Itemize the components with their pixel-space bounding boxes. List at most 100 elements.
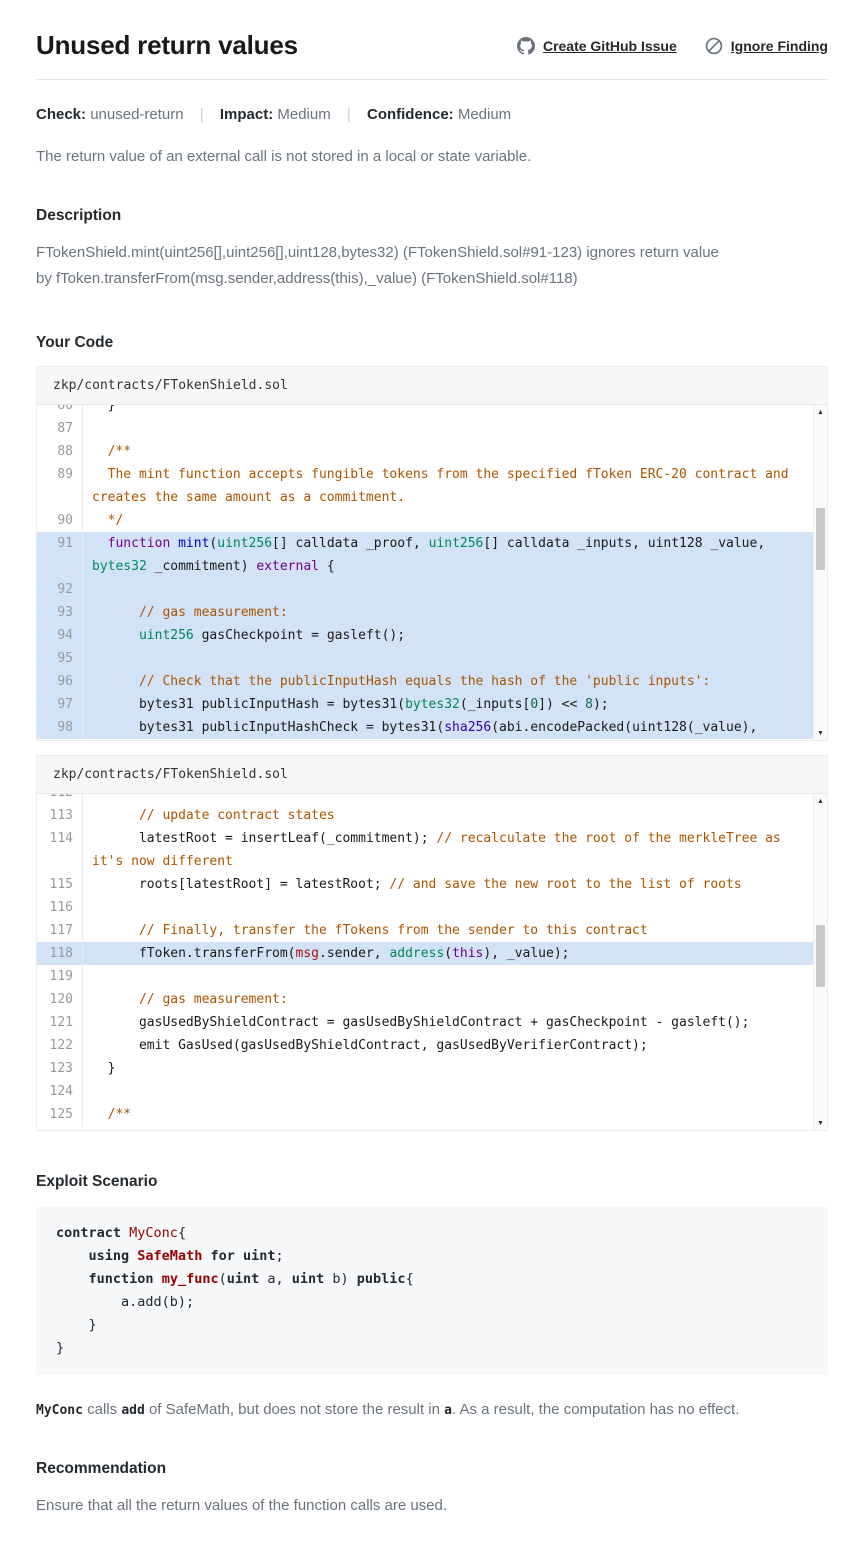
header-actions: Create GitHub Issue Ignore Finding	[517, 37, 828, 55]
code-filename: zkp/contracts/FTokenShield.sol	[37, 756, 827, 794]
code-text: /**	[83, 440, 813, 463]
github-icon	[517, 37, 535, 55]
exploit-code-line: function my_func(uint a, uint b) public{	[56, 1268, 808, 1291]
code-line-86: 86 }	[37, 405, 813, 417]
code-line-90: 90 */	[37, 509, 813, 532]
description-heading: Description	[36, 207, 828, 225]
code-line-125: 125 /**	[37, 1103, 813, 1126]
code-text	[83, 647, 813, 670]
line-number: 89	[37, 463, 83, 509]
create-github-issue-button[interactable]: Create GitHub Issue	[517, 37, 677, 55]
ignore-finding-button[interactable]: Ignore Finding	[705, 37, 828, 55]
create-github-issue-label: Create GitHub Issue	[543, 38, 677, 54]
code-text	[83, 1080, 813, 1103]
line-number: 93	[37, 601, 83, 624]
code-scroll-area[interactable]: 112113 // update contract states114 late…	[37, 794, 813, 1130]
impact-value: Medium	[277, 106, 330, 123]
code-line-92: 92	[37, 578, 813, 601]
scrollbar-thumb[interactable]	[816, 925, 825, 987]
code-text: // gas measurement:	[83, 601, 813, 624]
code-text: */	[83, 509, 813, 532]
code-line-120: 120 // gas measurement:	[37, 988, 813, 1011]
page-title: Unused return values	[36, 30, 517, 61]
code-text	[83, 896, 813, 919]
code-line-123: 123 }	[37, 1057, 813, 1080]
code-line-98: 98 bytes31 publicInputHashCheck = bytes3…	[37, 716, 813, 739]
code-text: }	[83, 405, 813, 417]
line-number: 119	[37, 965, 83, 988]
code-text	[83, 578, 813, 601]
exploit-note: MyConc calls add of SafeMath, but does n…	[36, 1401, 828, 1418]
scroll-up-arrow-icon[interactable]: ▲	[814, 405, 827, 419]
impact-label: Impact:	[220, 106, 273, 123]
line-number: 87	[37, 417, 83, 440]
scroll-down-arrow-icon[interactable]: ▼	[814, 726, 827, 740]
line-number: 114	[37, 827, 83, 873]
code-text	[83, 794, 813, 804]
line-number: 112	[37, 794, 83, 804]
scroll-down-arrow-icon[interactable]: ▼	[814, 1116, 827, 1130]
line-number: 122	[37, 1034, 83, 1057]
finding-summary: The return value of an external call is …	[36, 148, 828, 165]
line-number: 95	[37, 647, 83, 670]
exploit-code-line: }	[56, 1337, 808, 1360]
scrollbar[interactable]: ▲ ▼	[813, 405, 827, 740]
code-text: latestRoot = insertLeaf(_commitment); //…	[83, 827, 813, 873]
scroll-up-arrow-icon[interactable]: ▲	[814, 794, 827, 808]
line-number: 91	[37, 532, 83, 578]
code-text: uint256 gasCheckpoint = gasleft();	[83, 624, 813, 647]
ban-icon	[705, 37, 723, 55]
inline-code: add	[121, 1403, 144, 1418]
recommendation-heading: Recommendation	[36, 1460, 828, 1478]
code-text: emit GasUsed(gasUsedByShieldContract, ga…	[83, 1034, 813, 1057]
code-text: roots[latestRoot] = latestRoot; // and s…	[83, 873, 813, 896]
header-divider	[36, 79, 828, 80]
line-number: 86	[37, 405, 83, 417]
scrollbar-track[interactable]	[814, 808, 827, 1116]
description-text: FTokenShield.mint(uint256[],uint256[],ui…	[36, 240, 736, 292]
exploit-scenario-heading: Exploit Scenario	[36, 1173, 828, 1191]
check-label: Check:	[36, 106, 86, 123]
code-line-91: 91 function mint(uint256[] calldata _pro…	[37, 532, 813, 578]
code-line-96: 96 // Check that the publicInputHash equ…	[37, 670, 813, 693]
line-number: 124	[37, 1080, 83, 1103]
exploit-code-line: a.add(b);	[56, 1291, 808, 1314]
page-header: Unused return values Create GitHub Issue…	[36, 30, 828, 61]
code-text: The mint function accepts fungible token…	[83, 463, 813, 509]
line-number: 113	[37, 804, 83, 827]
code-text: // gas measurement:	[83, 988, 813, 1011]
line-number: 120	[37, 988, 83, 1011]
exploit-code-line: using SafeMath for uint;	[56, 1245, 808, 1268]
exploit-code-block: contract MyConc{ using SafeMath for uint…	[36, 1207, 828, 1375]
line-number: 88	[37, 440, 83, 463]
scrollbar-track[interactable]	[814, 419, 827, 726]
confidence-label: Confidence:	[367, 106, 454, 123]
code-text: fToken.transferFrom(msg.sender, address(…	[83, 942, 813, 965]
line-number: 92	[37, 578, 83, 601]
line-number: 98	[37, 716, 83, 739]
code-text: bytes31 publicInputHash = bytes31(bytes3…	[83, 693, 813, 716]
note-text: . As a result, the computation has no ef…	[452, 1401, 739, 1418]
scrollbar[interactable]: ▲ ▼	[813, 794, 827, 1130]
code-line-87: 87	[37, 417, 813, 440]
code-scroll-area[interactable]: 86 }8788 /**89 The mint function accepts…	[37, 405, 813, 740]
code-line-94: 94 uint256 gasCheckpoint = gasleft();	[37, 624, 813, 647]
code-text	[83, 417, 813, 440]
code-line-124: 124	[37, 1080, 813, 1103]
code-text: gasUsedByShieldContract = gasUsedByShiel…	[83, 1011, 813, 1034]
code-filename: zkp/contracts/FTokenShield.sol	[37, 367, 827, 405]
scrollbar-thumb[interactable]	[816, 508, 825, 570]
code-line-89: 89 The mint function accepts fungible to…	[37, 463, 813, 509]
code-line-113: 113 // update contract states	[37, 804, 813, 827]
exploit-code-line: }	[56, 1314, 808, 1337]
code-line-97: 97 bytes31 publicInputHash = bytes31(byt…	[37, 693, 813, 716]
note-text: of SafeMath, but does not store the resu…	[145, 1401, 444, 1418]
code-line-114: 114 latestRoot = insertLeaf(_commitment)…	[37, 827, 813, 873]
line-number: 118	[37, 942, 83, 965]
meta-separator: |	[200, 106, 204, 123]
code-text: }	[83, 1057, 813, 1080]
code-text: // update contract states	[83, 804, 813, 827]
code-viewer-1: zkp/contracts/FTokenShield.sol 86 }8788 …	[36, 366, 828, 741]
inline-code: MyConc	[36, 1403, 83, 1418]
line-number: 125	[37, 1103, 83, 1126]
